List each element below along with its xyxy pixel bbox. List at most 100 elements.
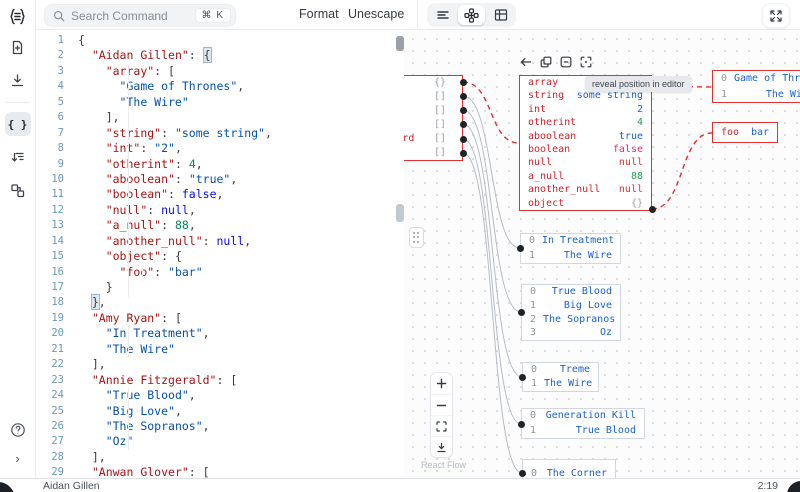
code-line[interactable]: 17 } [36,280,404,295]
node-row: 2 The Sopranos [530,313,616,325]
node-row: Alexander Skarsgard[] [404,133,447,144]
node-handle[interactable] [459,149,467,157]
node-row: Amy Ryan[] [433,91,447,102]
app-logo-icon[interactable] [8,7,27,26]
download-icon[interactable] [5,68,31,92]
fit-view-button[interactable] [431,415,452,436]
tooltip: reveal position in editor [585,76,692,92]
code-line[interactable]: 8 "int": "2", [36,141,404,156]
graph-node-annie-fitzgerald[interactable]: 0 True Blood 1 Big Love 2 The Sopranos 3 Oz [521,284,621,341]
graph-node-root[interactable]: Aidan Gillen{} Amy Ryan[] Annie Fitzgerald… [404,75,463,161]
code-line[interactable]: 23 "Annie Fitzgerald": [ [36,373,404,388]
graph-node-aidan-array[interactable]: 0Game of Thrones 1The Wire [712,70,800,103]
code-line[interactable]: 5 "The Wire" [36,95,404,110]
line-number: 10 [51,172,64,185]
collapse-node-icon[interactable] [559,54,573,69]
graph-node-alice-farmer[interactable]: 0 The Corner [522,459,616,478]
node-row: 3 Oz [530,327,612,339]
graph-canvas[interactable]: Aidan Gillen{} Amy Ryan[] Annie Fitzgerald… [404,30,800,478]
app-window: { } › Search Command ⌘ K Format Unescape… [0,0,800,492]
view-list-button[interactable] [429,5,456,25]
topbar: Search Command ⌘ K Format Unescape [36,0,800,30]
link-nodes-icon[interactable] [5,178,31,202]
collapse-chevron-icon[interactable]: › [5,446,31,470]
back-arrow-icon[interactable] [519,54,533,69]
code-line[interactable]: 7 "string": "some string", [36,126,404,141]
node-handle[interactable] [516,244,524,252]
line-number: 4 [57,80,64,93]
code-line[interactable]: 1{ [36,33,404,48]
code-line[interactable]: 16 "foo": "bar" [36,265,404,280]
search-icon [53,10,65,21]
code-line[interactable]: 14 "another_null": null, [36,234,404,249]
statusbar: Aidan Gillen 2:19 [0,478,800,492]
code-line[interactable]: 9 "otherint": 4, [36,157,404,172]
code-line[interactable]: 6 ], [36,110,404,125]
copy-icon[interactable] [539,54,553,69]
code-editor[interactable]: 1{2 "Aidan Gillen": {3 "array": [4 "Game… [36,30,404,478]
code-line[interactable]: 18 }, [36,294,404,311]
code-line[interactable]: 4 "Game of Thrones", [36,79,404,94]
graph-node-aidan-object[interactable]: foo bar [712,122,778,143]
code-line[interactable]: 10 "aboolean": "true", [36,172,404,187]
code-line[interactable]: 13 "a_null": 88, [36,218,404,233]
graph-edge [651,132,713,210]
code-line[interactable]: 2 "Aidan Gillen": { [36,47,404,64]
line-number: 2 [57,49,64,62]
graph-node-aidan-gillen[interactable]: array[]stringsome stringint2otherint4abo… [519,75,652,211]
node-row: a_null 88 [528,170,643,182]
code-line[interactable]: 21 "The Wire" [36,342,404,357]
node-row: 0 Generation Kill [530,410,636,421]
editor-scrollbar-thumb[interactable] [396,36,404,51]
view-graph-button[interactable] [458,5,485,25]
code-line[interactable]: 11 "boolean": false, [36,187,404,202]
node-handle[interactable] [459,120,467,128]
format-button[interactable]: Format [299,7,339,21]
line-number: 1 [57,34,64,46]
unescape-button[interactable]: Unescape [348,7,404,21]
code-line[interactable]: 28 ], [36,450,404,465]
code-line[interactable]: 24 "True Blood", [36,388,404,403]
line-number: 14 [51,234,64,247]
code-line[interactable]: 25 "Big Love", [36,404,404,419]
export-image-button[interactable] [431,436,452,457]
code-lines: 1{2 "Aidan Gillen": {3 "array": [4 "Game… [36,33,404,478]
node-row: object{} [528,197,643,209]
code-line[interactable]: 29 "Anwan Glover": [ [36,465,404,478]
graph-edge [462,81,520,144]
panel-scrollbar-thumb[interactable] [396,204,404,222]
graph-node-anwan-glover[interactable]: 0 Treme 1 The Wire [522,362,599,392]
transform-icon[interactable] [5,145,31,169]
search-input[interactable]: Search Command ⌘ K [44,4,236,27]
node-handle[interactable] [517,308,525,316]
code-line[interactable]: 15 "object": { [36,249,404,264]
graph-node-alexander-skarsgard[interactable]: 0 Generation Kill 1 True Blood [521,408,645,439]
code-line[interactable]: 20 "In Treatment", [36,326,404,341]
line-number: 18 [51,296,64,309]
node-handle[interactable] [518,373,526,381]
new-file-icon[interactable] [5,35,31,59]
node-handle[interactable] [518,469,526,477]
code-line[interactable]: 3 "array": [ [36,64,404,79]
node-handle[interactable] [648,205,656,213]
node-handle[interactable] [459,78,467,86]
fullscreen-button[interactable] [762,3,790,28]
line-number: 21 [51,342,64,355]
node-handle[interactable] [459,135,467,143]
node-handle[interactable] [517,420,525,428]
zoom-out-button[interactable] [431,394,452,415]
node-handle[interactable] [459,106,467,114]
view-table-button[interactable] [487,5,514,25]
code-line[interactable]: 22 ], [36,357,404,372]
node-handle[interactable] [459,92,467,100]
panel-resize-handle[interactable] [409,227,424,248]
code-line[interactable]: 26 "The Sopranos", [36,419,404,434]
code-line[interactable]: 12 "null": null, [36,203,404,218]
help-icon[interactable] [5,418,31,442]
graph-node-amy-ryan[interactable]: 0 In Treatment 1 The Wire [520,233,621,264]
code-line[interactable]: 27 "Oz" [36,434,404,449]
code-line[interactable]: 19 "Amy Ryan": [ [36,311,404,326]
zoom-in-button[interactable] [431,373,452,394]
braces-editor-icon[interactable]: { } [4,112,31,136]
focus-node-icon[interactable] [579,54,593,69]
